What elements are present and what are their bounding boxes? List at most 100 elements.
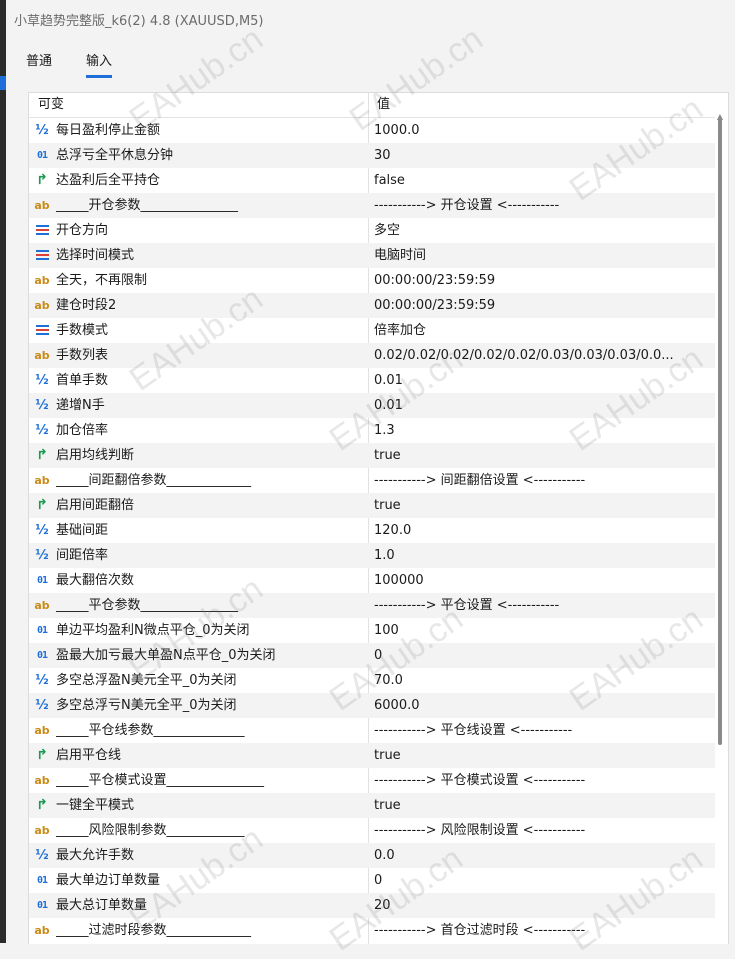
- table-row[interactable]: 选择时间模式 电脑时间: [29, 243, 715, 268]
- table-row[interactable]: ½ 基础间距 120.0: [29, 518, 715, 543]
- parameter-value[interactable]: 0: [374, 868, 710, 893]
- parameter-value[interactable]: 电脑时间: [374, 243, 710, 268]
- table-header: 可变 值: [29, 93, 715, 118]
- parameter-value[interactable]: true: [374, 793, 710, 818]
- parameter-value[interactable]: -----------> 开仓设置 <-----------: [374, 193, 710, 218]
- parameter-name: 首单手数: [56, 373, 109, 388]
- half-icon: ½: [35, 397, 49, 413]
- table-row[interactable]: 01 总浮亏全平休息分钟 30: [29, 143, 715, 168]
- integer-01-icon: 01: [36, 574, 48, 586]
- column-header-variable[interactable]: 可变: [38, 93, 64, 117]
- integer-01-icon: 01: [36, 899, 48, 911]
- parameter-name: 一键全平模式: [56, 798, 135, 813]
- scroll-thumb[interactable]: [718, 117, 722, 745]
- table-row[interactable]: 01 最大翻倍次数 100000: [29, 568, 715, 593]
- integer-01-icon: 01: [36, 624, 48, 636]
- tab-common[interactable]: 普通: [26, 50, 52, 75]
- table-row[interactable]: 开仓方向 多空: [29, 218, 715, 243]
- parameter-value[interactable]: true: [374, 493, 710, 518]
- parameter-name: 最大单边订单数量: [56, 873, 161, 888]
- ab-string-icon: ab: [34, 923, 50, 937]
- table-row[interactable]: ↱ 启用均线判断 true: [29, 443, 715, 468]
- parameter-value[interactable]: 100000: [374, 568, 710, 593]
- table-row[interactable]: ½ 多空总浮亏N美元全平_0为关闭 6000.0: [29, 693, 715, 718]
- parameter-value[interactable]: -----------> 平仓设置 <-----------: [374, 593, 710, 618]
- ab-string-icon: ab: [34, 823, 50, 837]
- parameter-value[interactable]: 70.0: [374, 668, 710, 693]
- parameter-value[interactable]: 倍率加仓: [374, 318, 710, 343]
- parameter-value[interactable]: 6000.0: [374, 693, 710, 718]
- parameter-value[interactable]: 0.01: [374, 393, 710, 418]
- ab-string-icon: ab: [34, 473, 50, 487]
- parameter-name: 递增N手: [56, 398, 105, 413]
- table-row[interactable]: 01 单边平均盈利N微点平仓_0为关闭 100: [29, 618, 715, 643]
- parameter-name: 选择时间模式: [56, 248, 135, 263]
- parameter-value[interactable]: 0.02/0.02/0.02/0.02/0.02/0.03/0.03/0.03/…: [374, 343, 710, 368]
- table-row[interactable]: ab 全天，不再限制 00:00:00/23:59:59: [29, 268, 715, 293]
- parameter-value[interactable]: 0.0: [374, 843, 710, 868]
- parameter-value[interactable]: 20: [374, 893, 710, 918]
- column-header-value[interactable]: 值: [377, 93, 390, 117]
- parameter-value[interactable]: 100: [374, 618, 710, 643]
- table-row[interactable]: ½ 加仓倍率 1.3: [29, 418, 715, 443]
- table-row[interactable]: 01 盈最大加亏最大单盈N点平仓_0为关闭 0: [29, 643, 715, 668]
- table-row[interactable]: ½ 多空总浮盈N美元全平_0为关闭 70.0: [29, 668, 715, 693]
- parameter-value[interactable]: 00:00:00/23:59:59: [374, 268, 710, 293]
- parameter-value[interactable]: 00:00:00/23:59:59: [374, 293, 710, 318]
- table-row[interactable]: ½ 递增N手 0.01: [29, 393, 715, 418]
- parameter-name: 启用间距翻倍: [56, 498, 135, 513]
- parameter-value[interactable]: 0: [374, 643, 710, 668]
- parameter-value[interactable]: -----------> 首仓过滤时段 <-----------: [374, 918, 710, 943]
- parameter-value[interactable]: 1.3: [374, 418, 710, 443]
- parameter-value[interactable]: true: [374, 443, 710, 468]
- parameter-value[interactable]: 1000.0: [374, 118, 710, 143]
- table-row[interactable]: ab _____间距翻倍参数_____________ -----------> 间…: [29, 468, 715, 493]
- table-row[interactable]: ab _____平仓参数_______________ -----------> 平…: [29, 593, 715, 618]
- half-icon: ½: [35, 522, 49, 538]
- parameter-name: 手数列表: [56, 348, 109, 363]
- table-row[interactable]: ab _____平仓模式设置_______________ ----------->…: [29, 768, 715, 793]
- table-row[interactable]: ab _____风险限制参数____________ -----------> 风险…: [29, 818, 715, 843]
- table-row[interactable]: 手数模式 倍率加仓: [29, 318, 715, 343]
- bool-arrow-icon: ↱: [36, 172, 48, 188]
- parameter-value[interactable]: 多空: [374, 218, 710, 243]
- parameter-name: 多空总浮亏N美元全平_0为关闭: [56, 698, 237, 713]
- table-row[interactable]: ab 手数列表 0.02/0.02/0.02/0.02/0.02/0.03/0.03…: [29, 343, 715, 368]
- tab-inputs[interactable]: 输入: [86, 50, 113, 78]
- parameter-value[interactable]: 120.0: [374, 518, 710, 543]
- half-icon: ½: [35, 122, 49, 138]
- parameter-name: 间距倍率: [56, 548, 109, 563]
- table-row[interactable]: 01 最大总订单数量 20: [29, 893, 715, 918]
- table-row[interactable]: ab 建仓时段2 00:00:00/23:59:59: [29, 293, 715, 318]
- parameter-name: _____平仓线参数______________: [56, 723, 245, 738]
- table-row[interactable]: ab _____平仓线参数______________ -----------> 平…: [29, 718, 715, 743]
- parameter-value[interactable]: 0.01: [374, 368, 710, 393]
- parameter-value[interactable]: true: [374, 743, 710, 768]
- parameter-value[interactable]: -----------> 风险限制设置 <-----------: [374, 818, 710, 843]
- vertical-scrollbar[interactable]: ▲: [716, 113, 724, 939]
- parameter-name: _____风险限制参数____________: [56, 823, 245, 838]
- table-row[interactable]: ab _____过滤时段参数_____________ -----------> 首…: [29, 918, 715, 943]
- parameter-value[interactable]: 1.0: [374, 543, 710, 568]
- parameter-value[interactable]: -----------> 平仓模式设置 <-----------: [374, 768, 710, 793]
- table-row[interactable]: ab _____开仓参数_______________ -----------> 开…: [29, 193, 715, 218]
- parameter-value[interactable]: false: [374, 168, 710, 193]
- table-row[interactable]: ↱ 一键全平模式 true: [29, 793, 715, 818]
- properties-dialog: 小草趋势完整版_k6(2) 4.8 (XAUUSD,M5) 普通 输入 可变 值…: [6, 0, 735, 944]
- table-row[interactable]: ½ 每日盈利停止金额 1000.0: [29, 118, 715, 143]
- table-row[interactable]: ½ 首单手数 0.01: [29, 368, 715, 393]
- table-row[interactable]: ↱ 达盈利后全平持仓 false: [29, 168, 715, 193]
- parameter-value[interactable]: -----------> 平仓线设置 <-----------: [374, 718, 710, 743]
- table-row[interactable]: ↱ 启用平仓线 true: [29, 743, 715, 768]
- parameter-value[interactable]: -----------> 间距翻倍设置 <-----------: [374, 468, 710, 493]
- parameter-name: 最大翻倍次数: [56, 573, 135, 588]
- titlebar[interactable]: 小草趋势完整版_k6(2) 4.8 (XAUUSD,M5): [6, 0, 735, 38]
- table-row[interactable]: 01 最大单边订单数量 0: [29, 868, 715, 893]
- parameter-name: 建仓时段2: [56, 298, 117, 313]
- parameter-value[interactable]: 30: [374, 143, 710, 168]
- enum-list-icon: [34, 247, 50, 263]
- table-row[interactable]: ↱ 启用间距翻倍 true: [29, 493, 715, 518]
- table-row[interactable]: ½ 最大允许手数 0.0: [29, 843, 715, 868]
- parameter-name: 开仓方向: [56, 223, 109, 238]
- table-row[interactable]: ½ 间距倍率 1.0: [29, 543, 715, 568]
